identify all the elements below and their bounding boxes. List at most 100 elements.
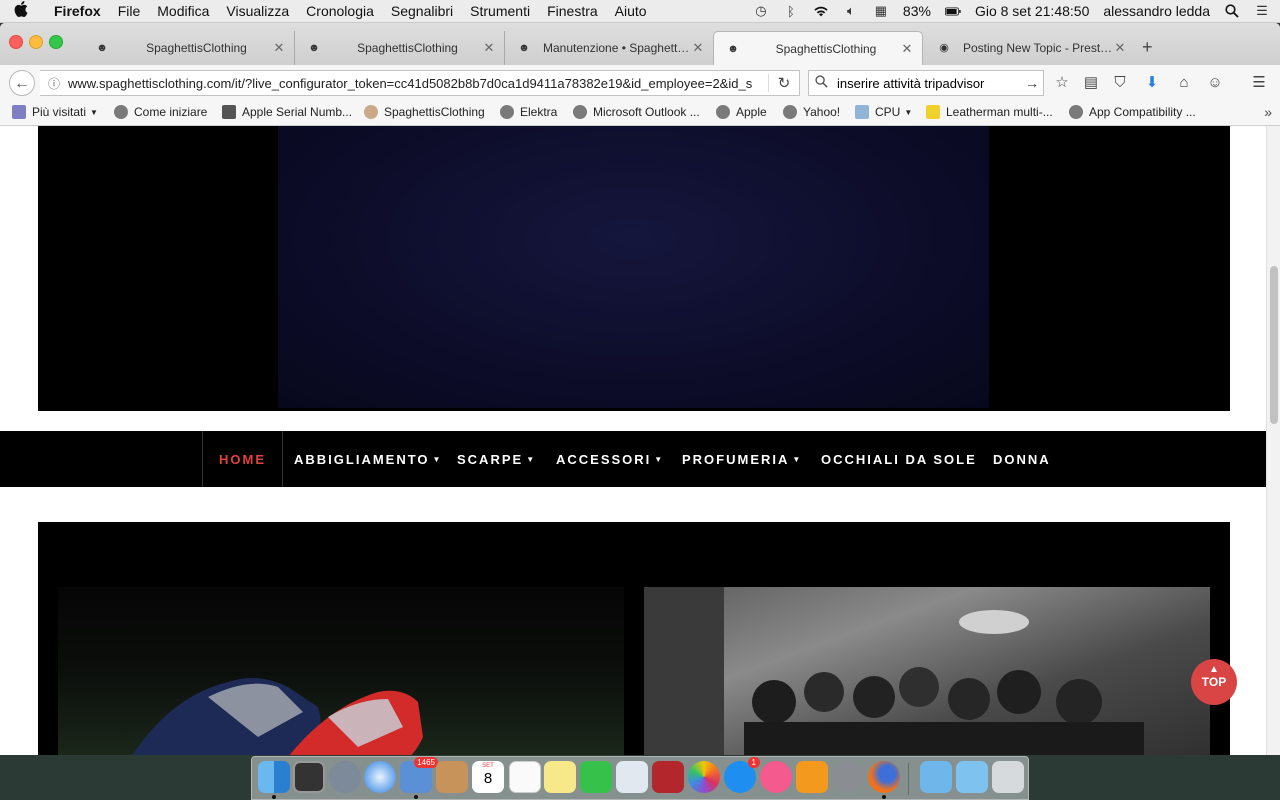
menu-strumenti[interactable]: Strumenti: [470, 3, 530, 19]
bookmark-yahoo[interactable]: Yahoo!: [783, 105, 840, 119]
group-photo-illustration: [644, 587, 1144, 755]
preview-icon[interactable]: [616, 761, 648, 793]
itunes-icon[interactable]: [760, 761, 792, 793]
bookmark-outlook[interactable]: Microsoft Outlook ...: [573, 105, 700, 119]
nav-abbigliamento[interactable]: ABBIGLIAMENTO ▼: [294, 431, 442, 487]
downloads-icon[interactable]: ⬇: [1143, 74, 1161, 92]
nav-occhiali-da-sole[interactable]: OCCHIALI DA SOLE: [821, 431, 977, 487]
tab-spaghettis-1[interactable]: ☻ SpaghettisClothing ✕: [83, 31, 295, 65]
user-name[interactable]: alessandro ledda: [1103, 3, 1210, 19]
volume-icon[interactable]: 🔈︎: [843, 3, 859, 18]
trash-icon[interactable]: [992, 761, 1024, 793]
battery-icon[interactable]: [944, 4, 961, 18]
bookmark-app-compat[interactable]: App Compatibility ...: [1069, 105, 1196, 119]
menu-aiuto[interactable]: Aiuto: [615, 3, 647, 19]
spotlight-icon[interactable]: [1224, 4, 1240, 18]
hello-chat-icon[interactable]: ☺: [1206, 74, 1224, 92]
system-preferences-icon[interactable]: [832, 761, 864, 793]
back-to-top-button[interactable]: ▲ TOP: [1191, 659, 1237, 705]
menu-segnalibri[interactable]: Segnalibri: [391, 3, 453, 19]
hamburger-menu-icon[interactable]: ☰: [1250, 74, 1268, 92]
safari-icon[interactable]: [364, 761, 396, 793]
mail-icon[interactable]: 1465: [400, 757, 438, 793]
close-tab-icon[interactable]: ✕: [900, 41, 914, 57]
reading-list-icon[interactable]: ▤: [1082, 74, 1100, 92]
zoom-window-button[interactable]: [49, 35, 63, 49]
menu-finestra[interactable]: Finestra: [547, 3, 598, 19]
tab-manutenzione[interactable]: ☻ Manutenzione • Spaghettis... ✕: [505, 31, 713, 65]
new-tab-icon[interactable]: +: [1142, 37, 1153, 58]
clock[interactable]: Gio 8 set 21:48:50: [975, 3, 1089, 19]
launchpad-icon[interactable]: [329, 761, 361, 793]
calendar-icon[interactable]: SET 8: [472, 761, 504, 793]
tab-posting-new-topic[interactable]: ◉ Posting New Topic - Presta... ✕: [925, 31, 1135, 65]
nav-scarpe[interactable]: SCARPE ▼: [457, 431, 536, 487]
tab-spaghettis-2[interactable]: ☻ SpaghettisClothing ✕: [295, 31, 505, 65]
bookmark-apple[interactable]: Apple: [716, 105, 767, 119]
bookmark-leatherman[interactable]: Leatherman multi-...: [926, 105, 1053, 119]
nav-accessori[interactable]: ACCESSORI ▼: [556, 431, 664, 487]
firefox-icon[interactable]: [868, 761, 900, 793]
home-icon[interactable]: ⌂: [1175, 74, 1193, 92]
reload-icon[interactable]: ↻: [768, 74, 799, 92]
bookmark-folder-cpu[interactable]: CPU ▼: [855, 105, 912, 119]
downloads-folder-icon[interactable]: [956, 761, 988, 793]
url-text[interactable]: www.spaghettisclothing.com/it/?live_conf…: [68, 76, 768, 91]
tab-spaghettis-active[interactable]: ☻ SpaghettisClothing ✕: [713, 31, 923, 65]
tab-strip: ☻ SpaghettisClothing ✕ ☻ SpaghettisCloth…: [0, 23, 1280, 66]
bookmark-come-iniziare[interactable]: Come iniziare: [114, 105, 207, 119]
wifi-icon[interactable]: [813, 4, 829, 18]
bluetooth-icon[interactable]: ᛒ: [783, 4, 799, 19]
site-info-icon[interactable]: ⓘ: [48, 75, 62, 92]
close-tab-icon[interactable]: ✕: [272, 40, 286, 56]
bookmarks-toolbar: Più visitati ▼ Come iniziare Apple Serial…: [0, 101, 1280, 126]
caret-down-icon: ▼: [526, 454, 537, 464]
search-value[interactable]: inserire attività tripadvisor: [837, 76, 1021, 91]
menu-visualizza[interactable]: Visualizza: [226, 3, 289, 19]
ibooks-icon[interactable]: [796, 761, 828, 793]
promo-group-photo[interactable]: [644, 587, 1210, 755]
bookmark-spaghettis[interactable]: SpaghettisClothing: [364, 105, 485, 119]
menu-cronologia[interactable]: Cronologia: [306, 3, 374, 19]
nav-home[interactable]: HOME: [202, 431, 283, 487]
menu-app-firefox[interactable]: Firefox: [54, 3, 101, 19]
menu-modifica[interactable]: Modifica: [157, 3, 209, 19]
minimize-window-button[interactable]: [29, 35, 43, 49]
cpu-monitor-icon[interactable]: ▦: [873, 3, 889, 18]
close-tab-icon[interactable]: ✕: [1113, 40, 1127, 56]
bookmark-apple-serial[interactable]: Apple Serial Numb...: [222, 105, 352, 119]
photos-icon[interactable]: [688, 761, 720, 793]
promo-sneakers-image[interactable]: [58, 587, 624, 755]
bookmarks-overflow-icon[interactable]: »: [1264, 104, 1272, 120]
url-bar[interactable]: ⓘ www.spaghettisclothing.com/it/?live_co…: [40, 70, 800, 96]
photo-booth-icon[interactable]: [652, 761, 684, 793]
apple-menu-icon[interactable]: [14, 1, 32, 21]
pocket-icon[interactable]: ⛉: [1111, 74, 1129, 92]
bookmark-label: SpaghettisClothing: [384, 105, 485, 119]
facetime-icon[interactable]: [580, 761, 612, 793]
finder-icon[interactable]: [258, 761, 290, 793]
close-window-button[interactable]: [9, 35, 23, 49]
menu-file[interactable]: File: [118, 3, 141, 19]
close-tab-icon[interactable]: ✕: [691, 40, 705, 56]
app-store-icon[interactable]: 1: [724, 757, 760, 793]
search-go-arrow-icon[interactable]: →: [1021, 75, 1043, 91]
bookmark-elektra[interactable]: Elektra: [500, 105, 557, 119]
vertical-scrollbar[interactable]: [1266, 126, 1280, 755]
contacts-icon[interactable]: [436, 761, 468, 793]
mission-control-icon[interactable]: [293, 761, 325, 793]
close-tab-icon[interactable]: ✕: [482, 40, 496, 56]
time-machine-icon[interactable]: ◷: [753, 3, 769, 18]
bookmark-piu-visitati[interactable]: Più visitati ▼: [12, 105, 98, 119]
reminders-icon[interactable]: [509, 761, 541, 793]
scrollbar-thumb[interactable]: [1270, 266, 1278, 424]
applications-folder-icon[interactable]: [920, 761, 952, 793]
tab-title: Posting New Topic - Presta...: [963, 41, 1113, 55]
search-input[interactable]: inserire attività tripadvisor →: [808, 70, 1044, 96]
bookmark-star-icon[interactable]: ☆: [1053, 74, 1071, 92]
nav-donna[interactable]: DONNA: [993, 431, 1051, 487]
back-arrow-icon[interactable]: ←: [9, 70, 35, 96]
notification-center-icon[interactable]: ☰: [1254, 3, 1270, 18]
notes-icon[interactable]: [544, 761, 576, 793]
nav-profumeria[interactable]: PROFUMERIA ▼: [682, 431, 802, 487]
